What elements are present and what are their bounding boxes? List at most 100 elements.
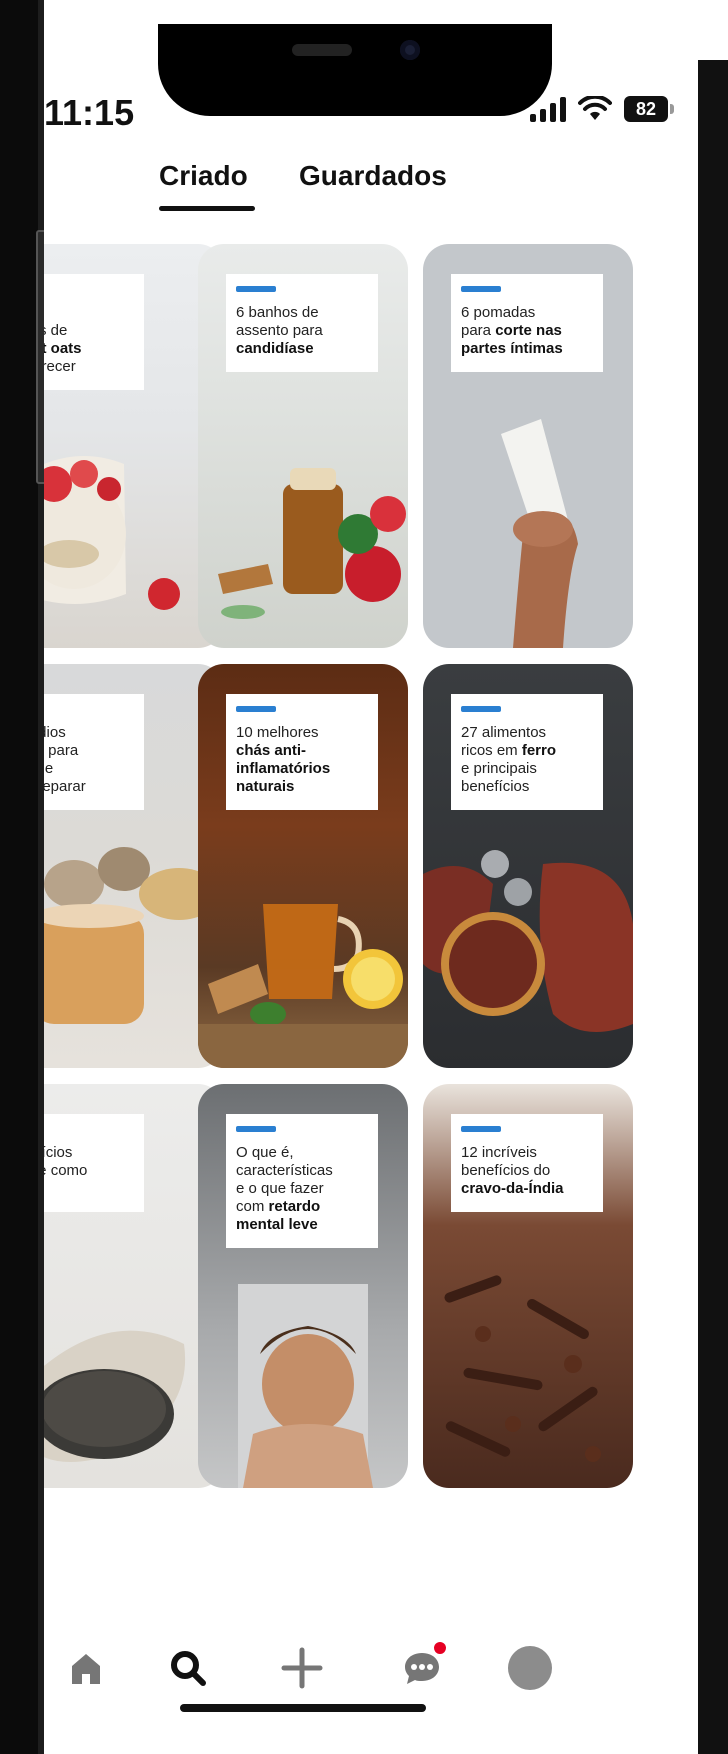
battery-icon: 82 <box>624 96 674 122</box>
tab-guardados[interactable]: Guardados <box>299 160 447 192</box>
home-indicator <box>180 1704 426 1712</box>
pin-title-emphasis: candidíase <box>236 340 314 357</box>
pin-title-line: 12 incríveis <box>461 1144 593 1162</box>
pin-title-line: e o que fazer <box>236 1180 368 1198</box>
pin-card[interactable]: remédiosseiros parastrite emo preparar <box>44 664 224 1068</box>
pin-card[interactable]: O que é, características e o que fazer com … <box>198 1084 408 1488</box>
pin-title-line: ciosas de <box>44 322 134 340</box>
pin-title-text: benefícios <box>44 1144 73 1161</box>
pin-title: benefícioschia e comosumir <box>44 1144 134 1198</box>
pin-title-text: e como <box>44 1162 88 1179</box>
tab-criado[interactable]: Criado <box>159 160 248 192</box>
pin-title-line: ceitas <box>44 304 134 322</box>
pin-title-line: mo preparar <box>44 778 134 796</box>
pin-card[interactable]: ceitasciosas dernight oatsemagrecer <box>44 244 224 648</box>
pin-title-line: chia e como <box>44 1162 134 1180</box>
pin-title-text: para <box>461 322 496 339</box>
pin-title-card: 6 pomadas para corte nas partes íntimas <box>451 274 603 372</box>
pin-title-card: O que é, características e o que fazer com … <box>226 1114 378 1248</box>
pin-title-text: 10 melhores <box>236 724 319 741</box>
pin-title-emphasis: cravo-da-Índia <box>461 1180 564 1197</box>
pin-title-text: remédios <box>44 724 66 741</box>
pin-title-line: e principais <box>461 760 593 778</box>
pin-title: 12 incríveis benefícios do cravo-da-Índia <box>461 1144 593 1198</box>
notification-badge <box>434 1642 446 1654</box>
pin-title-line: para corte nas <box>461 322 593 340</box>
pin-title-text: e <box>44 760 54 777</box>
pin-title-text: benefícios <box>461 778 530 795</box>
pin-title: 6 pomadas para corte nas partes íntimas <box>461 304 593 358</box>
pin-title-emphasis: ferro <box>521 742 557 759</box>
pin-title-text: ricos em <box>461 742 522 759</box>
pin-title-emphasis: partes íntimas <box>461 340 563 357</box>
pin-title-card: 12 incríveis benefícios do cravo-da-Índia <box>451 1114 603 1212</box>
pin-title: 27 alimentos ricos em ferro e principais be… <box>461 724 593 796</box>
pin-title-line: benefícios do <box>461 1162 593 1180</box>
pin-title-line: características <box>236 1162 368 1180</box>
front-camera <box>400 40 420 60</box>
pin-title-line: benefícios <box>461 778 593 796</box>
pin-title: 10 melhores chás anti-inflamatórios natura… <box>236 724 368 796</box>
pin-title-emphasis: mental leve <box>236 1216 318 1233</box>
speaker-grille <box>292 44 352 56</box>
status-indicators: 82 <box>530 96 674 122</box>
pin-title-emphasis: naturais <box>236 778 295 795</box>
pin-title-line: naturais <box>236 778 368 796</box>
pin-title-emphasis: chás anti- <box>236 742 307 759</box>
status-time: 11:15 <box>44 92 135 133</box>
add-icon[interactable] <box>274 1640 330 1696</box>
pin-title-text: com <box>236 1198 269 1215</box>
pin-title-text: ciosas de <box>44 322 68 339</box>
pin-title-line: rnight oats <box>44 340 134 358</box>
pin-card[interactable]: 6 pomadas para corte nas partes íntimas <box>423 244 633 648</box>
battery-level: 82 <box>635 98 657 119</box>
pin-title-text: 27 alimentos <box>461 724 547 741</box>
pin-title-text: assento para <box>236 322 323 339</box>
avatar <box>508 1646 552 1690</box>
pin-title-line: 10 melhores <box>236 724 368 742</box>
search-icon[interactable] <box>160 1640 216 1696</box>
pin-title-card: remédiosseiros parastrite emo preparar <box>44 694 144 810</box>
pin-title-text: e o que fazer <box>236 1180 324 1197</box>
pin-title-line: remédios <box>44 724 134 742</box>
profile-tabs: Criado Guardados <box>44 160 698 220</box>
brand-logo-icon <box>461 1126 501 1132</box>
pin-title-card: 6 banhos de assento para candidíase <box>226 274 378 372</box>
pin-title-line: ricos em ferro <box>461 742 593 760</box>
pin-title: remédiosseiros parastrite emo preparar <box>44 724 134 796</box>
pin-title-line: benefícios <box>44 1144 134 1162</box>
messages-icon[interactable] <box>394 1640 450 1696</box>
pin-title-emphasis: inflamatórios <box>236 760 331 777</box>
pin-title-text: 6 banhos de <box>236 304 319 321</box>
brand-logo-icon <box>461 706 501 712</box>
pin-card[interactable]: 27 alimentos ricos em ferro e principais be… <box>423 664 633 1068</box>
pin-title-card: 27 alimentos ricos em ferro e principais be… <box>451 694 603 810</box>
pin-title-line: com retardo <box>236 1198 368 1216</box>
pin-title-card: ceitasciosas dernight oatsemagrecer <box>44 274 144 390</box>
device-notch <box>158 24 552 116</box>
pin-title-line: seiros para <box>44 742 134 760</box>
pin-title-line: 6 banhos de <box>236 304 368 322</box>
pin-card[interactable]: benefícioschia e comosumir <box>44 1084 224 1488</box>
pin-title-line: 6 pomadas <box>461 304 593 322</box>
pin-title-card: benefícioschia e comosumir <box>44 1114 144 1212</box>
pin-title-line: cravo-da-Índia <box>461 1180 593 1198</box>
app-screen: 11:15 82 Criado Guardados de oats recer … <box>44 70 698 1722</box>
pin-title-text: O que é, <box>236 1144 294 1161</box>
pin-title-card: 10 melhores chás anti-inflamatórios natura… <box>226 694 378 810</box>
profile-avatar[interactable] <box>502 1640 558 1696</box>
pin-title-line: assento para <box>236 322 368 340</box>
home-icon[interactable] <box>58 1640 114 1696</box>
pin-title-emphasis: rnight oats <box>44 340 82 357</box>
pin-title-line: strite e <box>44 760 134 778</box>
pin-card[interactable]: 12 incríveis benefícios do cravo-da-Índia <box>423 1084 633 1488</box>
pin-title-text: e principais <box>461 760 537 777</box>
brand-logo-icon <box>236 286 276 292</box>
pin-card[interactable]: 10 melhores chás anti-inflamatórios natura… <box>198 664 408 1068</box>
pin-title-text: 12 incríveis <box>461 1144 537 1161</box>
pin-title-text: características <box>236 1162 333 1179</box>
brand-logo-icon <box>461 286 501 292</box>
pin-title-emphasis: corte nas <box>495 322 562 339</box>
pin-title-line: chás anti- <box>236 742 368 760</box>
pin-card[interactable]: 6 banhos de assento para candidíase <box>198 244 408 648</box>
